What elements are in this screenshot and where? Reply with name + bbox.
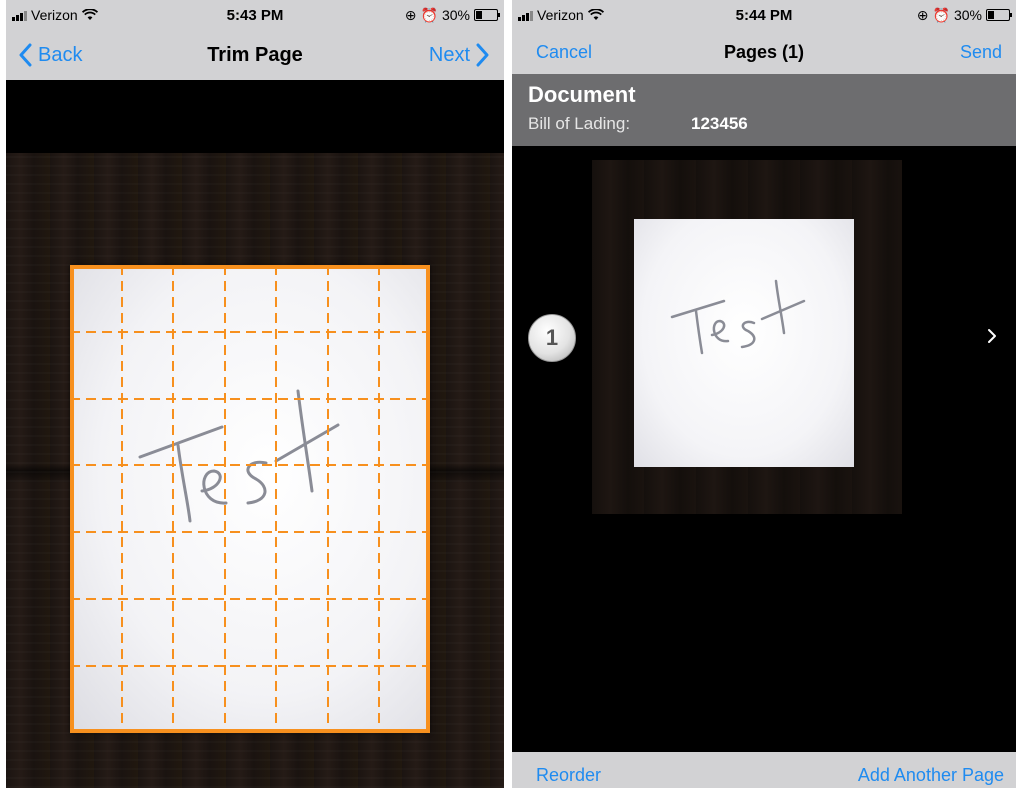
navigation-bar: Cancel Pages (1) Send bbox=[512, 30, 1016, 74]
signal-icon bbox=[12, 10, 27, 21]
pages-screen: Verizon 5:44 PM ⊕ ⏰ 30% Cancel Pages (1)… bbox=[512, 0, 1016, 788]
battery-percent: 30% bbox=[953, 7, 982, 23]
wifi-icon bbox=[587, 9, 604, 20]
battery-percent: 30% bbox=[441, 7, 470, 23]
status-bar: Verizon 5:44 PM ⊕ ⏰ 30% bbox=[512, 0, 1016, 30]
navigation-bar: Back Trim Page Next bbox=[6, 30, 504, 80]
bill-of-lading-value: 123456 bbox=[691, 114, 748, 133]
back-label: Back bbox=[38, 43, 83, 66]
trim-grid-overlay[interactable] bbox=[70, 265, 430, 733]
status-left: Verizon bbox=[518, 0, 604, 30]
status-right: ⊕ ⏰ 30% bbox=[916, 0, 1012, 30]
camera-top-band bbox=[6, 80, 504, 153]
carrier-label: Verizon bbox=[537, 7, 584, 23]
carrier-label: Verizon bbox=[31, 7, 78, 23]
back-button[interactable]: Back bbox=[18, 30, 82, 80]
reorder-button[interactable]: Reorder bbox=[536, 752, 601, 788]
next-page-chevron-icon[interactable] bbox=[982, 324, 1002, 348]
wifi-icon bbox=[81, 9, 98, 20]
page-thumbnail-paper bbox=[634, 219, 854, 467]
bill-of-lading-label: Bill of Lading: bbox=[528, 114, 631, 133]
bottom-toolbar: Reorder Add Another Page bbox=[512, 752, 1016, 788]
send-button[interactable]: Send bbox=[960, 30, 1002, 74]
orientation-lock-icon: ⊕ bbox=[404, 6, 417, 23]
document-header: Document Bill of Lading: 123456 bbox=[512, 74, 1016, 146]
battery-icon bbox=[474, 9, 500, 21]
status-right: ⊕ ⏰ 30% bbox=[404, 0, 500, 30]
next-button[interactable]: Next bbox=[429, 30, 490, 80]
alarm-icon: ⏰ bbox=[932, 6, 950, 23]
chevron-left-icon bbox=[19, 43, 32, 67]
page-number-badge[interactable]: 1 bbox=[528, 314, 576, 362]
orientation-lock-icon: ⊕ bbox=[916, 6, 929, 23]
battery-icon bbox=[986, 9, 1012, 21]
status-left: Verizon bbox=[12, 0, 98, 30]
next-label: Next bbox=[428, 43, 470, 66]
status-bar: Verizon 5:43 PM ⊕ ⏰ 30% bbox=[6, 0, 504, 30]
document-title: Document bbox=[528, 82, 636, 107]
handwriting bbox=[670, 279, 806, 355]
alarm-icon: ⏰ bbox=[420, 6, 438, 23]
add-another-page-button[interactable]: Add Another Page bbox=[858, 752, 1004, 788]
signal-icon bbox=[518, 10, 533, 21]
trim-page-screen: Verizon 5:43 PM ⊕ ⏰ 30% Back Trim Page N… bbox=[6, 0, 504, 788]
cancel-button[interactable]: Cancel bbox=[536, 30, 592, 74]
chevron-right-icon bbox=[476, 43, 489, 67]
